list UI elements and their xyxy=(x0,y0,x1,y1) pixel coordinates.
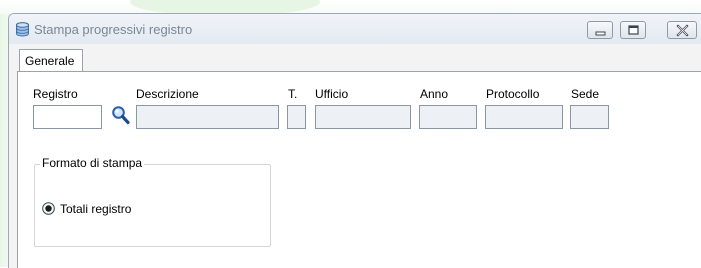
close-button[interactable] xyxy=(667,21,697,39)
tab-generale[interactable]: Generale xyxy=(19,49,83,71)
tab-strip: Generale xyxy=(9,44,701,72)
tab-panel-generale: Registro Descrizione T. Ufficio Anno Pro… xyxy=(17,71,701,268)
title-bar[interactable]: Stampa progressivi registro xyxy=(9,14,701,44)
minimize-button[interactable] xyxy=(587,21,613,39)
application-window: Stampa progressivi registro Generale Reg… xyxy=(8,13,701,268)
maximize-icon xyxy=(628,25,639,35)
maximize-button[interactable] xyxy=(620,21,646,39)
registro-lookup-button[interactable] xyxy=(111,105,130,126)
tab-generale-label: Generale xyxy=(25,54,75,68)
window-title: Stampa progressivi registro xyxy=(34,22,193,37)
protocollo-field[interactable] xyxy=(485,105,563,129)
sede-field[interactable] xyxy=(570,105,609,129)
sede-label: Sede xyxy=(571,87,600,101)
protocollo-label: Protocollo xyxy=(486,87,540,101)
magnifier-icon xyxy=(112,106,130,125)
totali-registro-radio[interactable] xyxy=(42,202,55,215)
descrizione-field[interactable] xyxy=(136,105,279,129)
ufficio-field[interactable] xyxy=(315,105,411,129)
database-icon xyxy=(15,22,30,37)
anno-label: Anno xyxy=(420,87,449,101)
registro-field[interactable] xyxy=(33,105,102,129)
tipo-field[interactable] xyxy=(287,105,306,129)
minimize-icon xyxy=(595,31,606,36)
formato-di-stampa-legend: Formato di stampa xyxy=(40,156,145,170)
descrizione-label: Descrizione xyxy=(136,87,199,101)
totali-registro-label[interactable]: Totali registro xyxy=(60,202,131,216)
background-top xyxy=(0,0,701,14)
tipo-label: T. xyxy=(288,87,298,101)
ufficio-label: Ufficio xyxy=(315,87,349,101)
close-icon xyxy=(676,24,689,37)
anno-field[interactable] xyxy=(419,105,477,129)
registro-label: Registro xyxy=(33,87,78,101)
radio-checked-icon xyxy=(42,202,55,215)
